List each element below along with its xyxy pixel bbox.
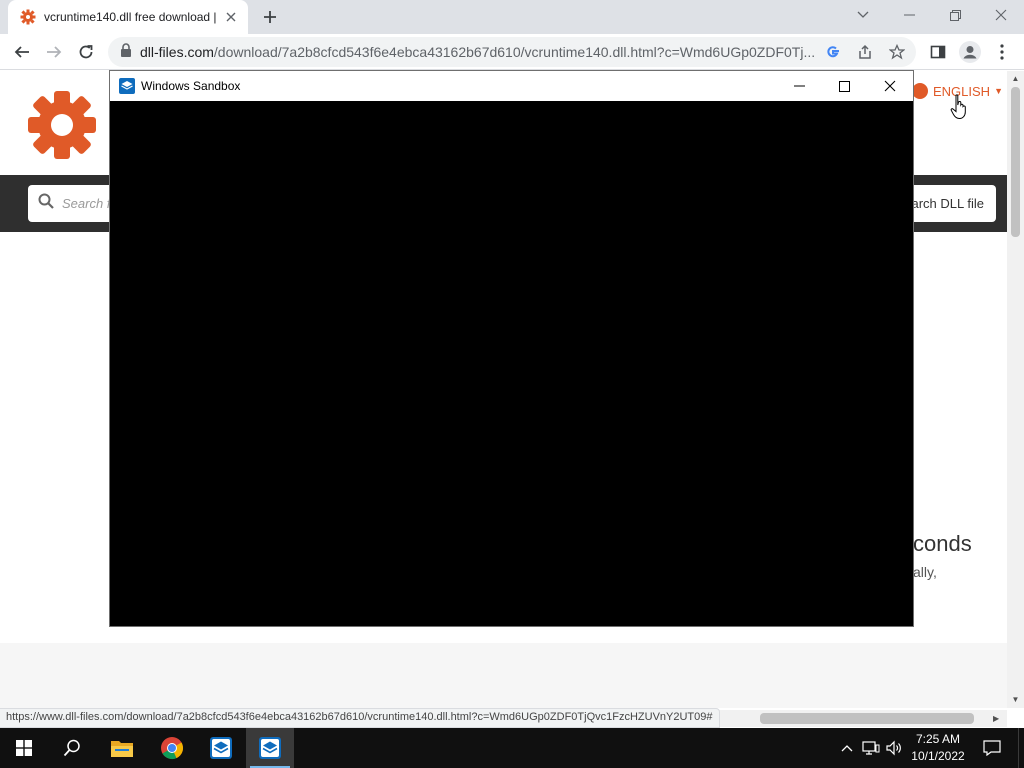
back-arrow-icon[interactable] [8, 38, 36, 66]
sandbox-title-bar[interactable]: Windows Sandbox [110, 71, 913, 101]
link-status-bubble: https://www.dll-files.com/download/7a2b8… [0, 708, 720, 728]
tab-search-chevron-down-icon[interactable] [840, 0, 886, 30]
windows-sandbox-app-icon [119, 78, 135, 94]
vertical-scrollbar[interactable]: ▲ ▼ [1007, 71, 1024, 708]
network-icon[interactable] [860, 738, 882, 758]
browser-close-icon[interactable] [978, 0, 1024, 30]
clock-time: 7:25 AM [915, 732, 961, 746]
sandbox-window-title: Windows Sandbox [141, 79, 241, 93]
clock-date: 10/1/2022 [911, 749, 965, 763]
scroll-up-arrow-icon[interactable]: ▲ [1011, 74, 1020, 84]
horizontal-scroll-thumb[interactable] [760, 713, 974, 724]
chrome-icon[interactable] [148, 728, 196, 768]
scroll-down-arrow-icon[interactable]: ▼ [1011, 695, 1020, 705]
show-desktop-button[interactable] [1018, 728, 1024, 768]
page-lower-section [0, 643, 1007, 708]
tab-close-icon[interactable] [222, 8, 240, 26]
browser-tab-active[interactable]: vcruntime140.dll free download | [8, 0, 248, 34]
sandbox-desktop-area[interactable] [110, 101, 913, 626]
windows-sandbox-taskbar-icon-active[interactable] [246, 728, 294, 768]
browser-minimize-icon[interactable] [886, 0, 932, 30]
scroll-right-arrow-icon[interactable]: ▶ [993, 714, 999, 723]
address-bar[interactable]: dll-files.com/download/7a2b8cfcd543f6e4e… [108, 37, 916, 67]
url-path: /download/7a2b8cfcd543f6e4ebca43162b67d6… [213, 44, 816, 60]
content-heading-fragment: conds [913, 531, 972, 556]
vertical-scroll-thumb[interactable] [1011, 87, 1020, 237]
tray-overflow-chevron-up-icon[interactable] [836, 738, 858, 758]
hand-pointer-cursor-icon [950, 94, 970, 120]
dll-files-logo-icon[interactable] [26, 89, 98, 161]
action-center-notification-icon[interactable] [976, 728, 1008, 768]
browser-tab-strip: vcruntime140.dll free download | [0, 0, 1024, 34]
share-icon[interactable] [856, 43, 874, 61]
windows-start-icon[interactable] [0, 728, 48, 768]
windows-sandbox-taskbar-icon[interactable] [197, 728, 245, 768]
windows-sandbox-window[interactable]: Windows Sandbox [109, 70, 914, 627]
new-tab-plus-icon[interactable] [258, 6, 282, 28]
sandbox-close-icon[interactable] [867, 71, 913, 101]
google-translate-icon[interactable] [824, 43, 842, 61]
chrome-menu-kebab-icon[interactable] [988, 38, 1016, 66]
lock-icon[interactable] [120, 42, 132, 62]
browser-toolbar: dll-files.com/download/7a2b8cfcd543f6e4e… [0, 34, 1024, 70]
url-host: dll-files.com [140, 44, 214, 60]
content-text-fragment: ally, [913, 564, 937, 580]
sandbox-maximize-icon[interactable] [821, 71, 867, 101]
browser-restore-icon[interactable] [932, 0, 978, 30]
volume-speaker-icon[interactable] [883, 738, 905, 758]
reload-icon[interactable] [72, 38, 100, 66]
windows-taskbar: 7:25 AM 10/1/2022 [0, 728, 1024, 768]
address-bar-url[interactable]: dll-files.com/download/7a2b8cfcd543f6e4e… [140, 44, 820, 60]
file-explorer-icon[interactable] [98, 728, 146, 768]
bookmark-star-icon[interactable] [888, 43, 906, 61]
desktop-screen: vcruntime140.dll free download | dll-fil… [0, 0, 1024, 768]
caret-down-icon: ▼ [994, 86, 1003, 96]
sandbox-minimize-icon[interactable] [776, 71, 822, 101]
system-clock[interactable]: 7:25 AM 10/1/2022 [906, 731, 970, 765]
tab-title: vcruntime140.dll free download | [44, 10, 217, 24]
profile-avatar-icon[interactable] [956, 38, 984, 66]
dll-files-favicon-icon [20, 9, 36, 25]
forward-arrow-icon[interactable] [40, 38, 68, 66]
search-icon[interactable] [48, 728, 96, 768]
magnifier-icon [38, 193, 54, 214]
globe-icon [912, 83, 928, 99]
side-panel-icon[interactable] [924, 38, 952, 66]
